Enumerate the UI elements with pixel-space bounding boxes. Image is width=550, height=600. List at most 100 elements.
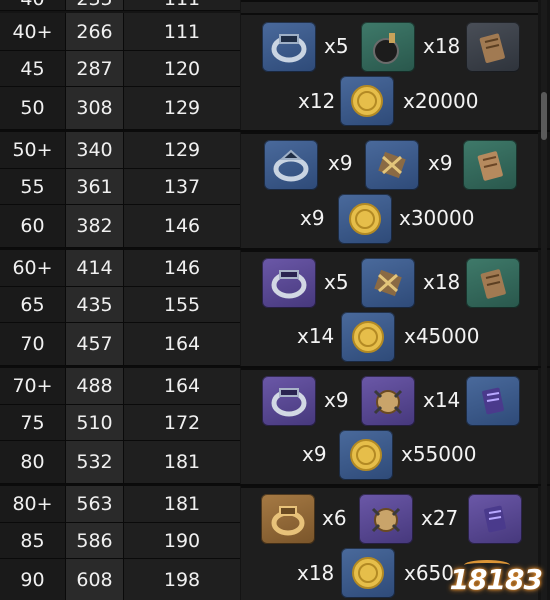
- purple-orb-icon[interactable]: [361, 376, 415, 426]
- reward-quantity: x9: [324, 388, 349, 412]
- watermark-logo: 18183: [449, 563, 543, 596]
- reward-quantity: x55000: [401, 442, 477, 466]
- level-cell: 50: [0, 87, 66, 130]
- value-cell: 382: [66, 205, 124, 248]
- value-cell: 120: [124, 51, 240, 87]
- reward-quantity: x5: [324, 34, 349, 58]
- table-row: 50+ 340 129: [0, 132, 240, 169]
- reward-quantity: x9: [302, 442, 327, 466]
- gold-coin-icon[interactable]: [341, 312, 395, 362]
- level-cell: 65: [0, 287, 66, 323]
- gold-coin-icon[interactable]: [338, 194, 392, 244]
- reward-quantity: x18: [297, 561, 335, 585]
- table-row: 40+ 266 111: [0, 13, 240, 51]
- value-cell: 181: [124, 486, 240, 523]
- level-cell: 40+: [0, 13, 66, 51]
- row-divider: [0, 248, 550, 250]
- value-cell: 435: [66, 287, 124, 323]
- gold-coin-icon[interactable]: [340, 76, 394, 126]
- reward-quantity: x45000: [404, 324, 480, 348]
- level-cell: 50+: [0, 132, 66, 169]
- blue-crossed-scroll-icon[interactable]: [361, 258, 415, 308]
- value-cell: 510: [66, 405, 124, 441]
- green-bomb-icon[interactable]: [361, 22, 415, 72]
- reward-quantity: x9: [300, 206, 325, 230]
- row-divider: [0, 130, 550, 132]
- value-cell: 457: [66, 323, 124, 366]
- scrollbar-thumb[interactable]: [541, 92, 547, 140]
- value-cell: 198: [124, 559, 240, 600]
- value-cell: 287: [66, 51, 124, 87]
- row-divider: [0, 484, 550, 486]
- value-cell: 340: [66, 132, 124, 169]
- reward-quantity: x30000: [399, 206, 475, 230]
- reward-quantity: x650: [404, 561, 455, 585]
- table-row: 70+ 488 164: [0, 368, 240, 405]
- table-row: 40 235 111: [0, 0, 240, 11]
- level-cell: 40: [0, 0, 66, 11]
- blue-banner-scroll-icon[interactable]: [466, 376, 520, 426]
- row-divider: [0, 366, 550, 368]
- table-row: 45 287 120: [0, 51, 240, 87]
- table-row: 85 586 190: [0, 523, 240, 559]
- table-row: 60 382 146: [0, 205, 240, 248]
- level-cell: 75: [0, 405, 66, 441]
- purple-crown-ring-icon[interactable]: [262, 376, 316, 426]
- value-cell: 164: [124, 323, 240, 366]
- purple-banner-scroll-icon[interactable]: [468, 494, 522, 544]
- value-cell: 146: [124, 205, 240, 248]
- scrollbar-track[interactable]: [541, 0, 547, 600]
- value-cell: 111: [124, 0, 240, 11]
- gold-crown-ring-icon[interactable]: [261, 494, 315, 544]
- reward-quantity: x14: [423, 388, 461, 412]
- reward-panel-top: [241, 0, 538, 13]
- table-row: 80 532 181: [0, 441, 240, 484]
- blue-crossed-scroll-icon[interactable]: [365, 140, 419, 190]
- reward-quantity: x6: [322, 506, 347, 530]
- table-row: 65 435 155: [0, 287, 240, 323]
- purple-crown-ring-icon[interactable]: [262, 258, 316, 308]
- level-cell: 90: [0, 559, 66, 600]
- value-cell: 172: [124, 405, 240, 441]
- table-row: 50 308 129: [0, 87, 240, 130]
- purple-orb-icon[interactable]: [359, 494, 413, 544]
- reward-quantity: x12: [298, 89, 336, 113]
- reward-quantity: x5: [324, 270, 349, 294]
- reward-quantity: x27: [421, 506, 459, 530]
- table-row: 80+ 563 181: [0, 486, 240, 523]
- gray-scroll-icon[interactable]: [466, 22, 520, 72]
- value-cell: 414: [66, 250, 124, 287]
- blue-crown-ring-icon[interactable]: [264, 140, 318, 190]
- value-cell: 190: [124, 523, 240, 559]
- value-cell: 137: [124, 169, 240, 205]
- blue-crown-ring-icon[interactable]: [262, 22, 316, 72]
- level-cell: 60: [0, 205, 66, 248]
- level-cell: 80+: [0, 486, 66, 523]
- table-row: 70 457 164: [0, 323, 240, 366]
- value-cell: 181: [124, 441, 240, 484]
- table-row: 60+ 414 146: [0, 250, 240, 287]
- reward-quantity: x18: [423, 270, 461, 294]
- reward-quantity: x14: [297, 324, 335, 348]
- value-cell: 563: [66, 486, 124, 523]
- reward-quantity: x18: [423, 34, 461, 58]
- value-cell: 164: [124, 368, 240, 405]
- table-row: 90 608 198: [0, 559, 240, 600]
- value-cell: 155: [124, 287, 240, 323]
- value-cell: 532: [66, 441, 124, 484]
- level-cell: 60+: [0, 250, 66, 287]
- level-cell: 55: [0, 169, 66, 205]
- level-cell: 85: [0, 523, 66, 559]
- green-scroll-icon[interactable]: [466, 258, 520, 308]
- value-cell: 488: [66, 368, 124, 405]
- value-cell: 586: [66, 523, 124, 559]
- value-cell: 129: [124, 132, 240, 169]
- table-row: 75 510 172: [0, 405, 240, 441]
- value-cell: 361: [66, 169, 124, 205]
- reward-quantity: x9: [428, 151, 453, 175]
- gold-coin-icon[interactable]: [341, 548, 395, 598]
- gold-coin-icon[interactable]: [339, 430, 393, 480]
- value-cell: 235: [66, 0, 124, 11]
- green-scroll-icon[interactable]: [463, 140, 517, 190]
- reward-quantity: x20000: [403, 89, 479, 113]
